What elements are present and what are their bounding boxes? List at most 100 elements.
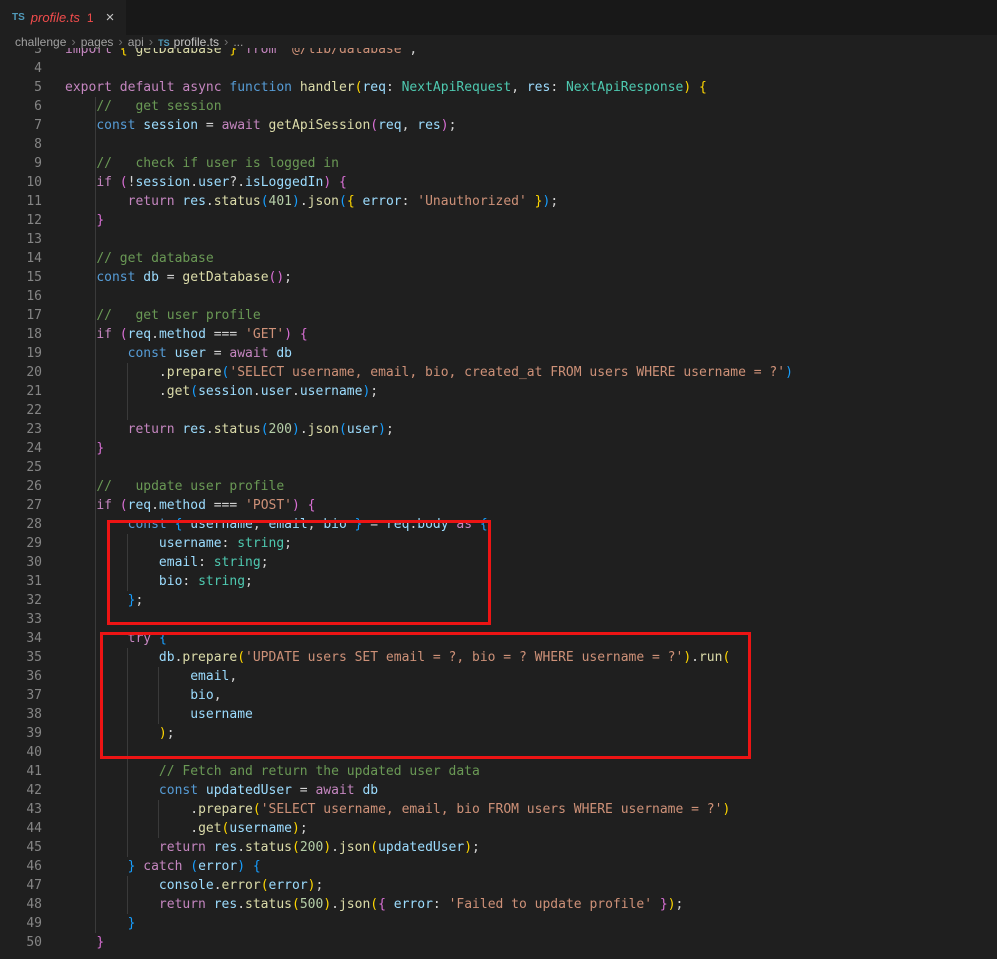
code-line: 7 const session = await getApiSession(re…	[0, 116, 997, 135]
line-number: 13	[0, 230, 42, 249]
code-line: 10 if (!session.user?.isLoggedIn) {	[0, 173, 997, 192]
code-line-content: // get user profile	[65, 306, 261, 325]
indent-guide	[158, 819, 159, 838]
code-line-content: } catch (error) {	[65, 857, 261, 876]
code-line: 35 db.prepare('UPDATE users SET email = …	[0, 648, 997, 667]
line-number: 32	[0, 591, 42, 610]
code-line: 36 email,	[0, 667, 997, 686]
code-line: 47 console.error(error);	[0, 876, 997, 895]
line-number: 31	[0, 572, 42, 591]
code-line: 14 // get database	[0, 249, 997, 268]
code-line-content: }	[65, 439, 104, 458]
line-number: 28	[0, 515, 42, 534]
tab-profile-ts[interactable]: TS profile.ts 1 ×	[0, 0, 126, 35]
code-editor[interactable]: 3import { getDatabase } from '@/lib/data…	[0, 40, 997, 952]
line-number: 34	[0, 629, 42, 648]
indent-guide	[127, 781, 128, 800]
line-number: 15	[0, 268, 42, 287]
line-number: 37	[0, 686, 42, 705]
line-number: 24	[0, 439, 42, 458]
code-line: 30 email: string;	[0, 553, 997, 572]
indent-guide	[95, 629, 96, 648]
indent-guide	[95, 819, 96, 838]
line-number: 12	[0, 211, 42, 230]
chevron-right-icon: ›	[149, 34, 153, 49]
indent-guide	[95, 458, 96, 477]
indent-guide	[127, 534, 128, 553]
code-line-content: // update user profile	[65, 477, 284, 496]
breadcrumb-item-challenge[interactable]: challenge	[15, 35, 66, 49]
line-number: 36	[0, 667, 42, 686]
indent-guide	[127, 686, 128, 705]
line-number: 4	[0, 59, 42, 78]
indent-guide	[95, 667, 96, 686]
code-line: 5export default async function handler(r…	[0, 78, 997, 97]
code-line: 44 .get(username);	[0, 819, 997, 838]
line-number: 35	[0, 648, 42, 667]
code-line-content: const user = await db	[65, 344, 292, 363]
line-number: 43	[0, 800, 42, 819]
indent-guide	[95, 268, 96, 287]
code-line: 13	[0, 230, 997, 249]
close-icon[interactable]: ×	[106, 10, 115, 25]
tab-filename: profile.ts	[31, 10, 80, 25]
code-line: 32 };	[0, 591, 997, 610]
indent-guide	[95, 211, 96, 230]
code-line: 18 if (req.method === 'GET') {	[0, 325, 997, 344]
line-number: 46	[0, 857, 42, 876]
code-line-content: console.error(error);	[65, 876, 323, 895]
code-line-content: if (!session.user?.isLoggedIn) {	[65, 173, 347, 192]
indent-guide	[95, 230, 96, 249]
line-number: 47	[0, 876, 42, 895]
code-line-content: return res.status(200).json(updatedUser)…	[65, 838, 480, 857]
tab-error-count-badge: 1	[87, 11, 94, 25]
code-line-content: username: string;	[65, 534, 292, 553]
code-line: 48 return res.status(500).json({ error: …	[0, 895, 997, 914]
indent-guide	[95, 287, 96, 306]
line-number: 48	[0, 895, 42, 914]
code-line: 39 );	[0, 724, 997, 743]
indent-guide	[127, 819, 128, 838]
line-number: 29	[0, 534, 42, 553]
code-line-content: try {	[65, 629, 167, 648]
indent-guide	[95, 363, 96, 382]
code-line: 11 return res.status(401).json({ error: …	[0, 192, 997, 211]
indent-guide	[158, 800, 159, 819]
code-line: 26 // update user profile	[0, 477, 997, 496]
code-line: 21 .get(session.user.username);	[0, 382, 997, 401]
breadcrumb-item-[interactable]: ...	[233, 35, 243, 49]
code-line: 43 .prepare('SELECT username, email, bio…	[0, 800, 997, 819]
chevron-right-icon: ›	[71, 34, 75, 49]
indent-guide	[127, 667, 128, 686]
tab-bar: TS profile.ts 1 ×	[0, 0, 997, 35]
indent-guide	[95, 249, 96, 268]
breadcrumb-item-api[interactable]: api	[128, 35, 144, 49]
code-line: 4	[0, 59, 997, 78]
line-number: 20	[0, 363, 42, 382]
code-line: 49 }	[0, 914, 997, 933]
code-line: 17 // get user profile	[0, 306, 997, 325]
code-line: 16	[0, 287, 997, 306]
line-number: 17	[0, 306, 42, 325]
code-line-content: return res.status(200).json(user);	[65, 420, 394, 439]
code-line-content: bio,	[65, 686, 222, 705]
code-line: 20 .prepare('SELECT username, email, bio…	[0, 363, 997, 382]
code-line: 23 return res.status(200).json(user);	[0, 420, 997, 439]
line-number: 16	[0, 287, 42, 306]
indent-guide	[95, 382, 96, 401]
indent-guide	[127, 838, 128, 857]
code-line: 46 } catch (error) {	[0, 857, 997, 876]
indent-guide	[95, 762, 96, 781]
line-number: 39	[0, 724, 42, 743]
code-line-content: }	[65, 933, 104, 952]
line-number: 44	[0, 819, 42, 838]
chevron-right-icon: ›	[224, 34, 228, 49]
code-line-content: .get(session.user.username);	[65, 382, 378, 401]
breadcrumb-item-profilets[interactable]: TSprofile.ts	[158, 35, 219, 49]
breadcrumb-item-pages[interactable]: pages	[81, 35, 114, 49]
indent-guide	[95, 325, 96, 344]
code-line: 31 bio: string;	[0, 572, 997, 591]
indent-guide	[127, 382, 128, 401]
indent-guide	[127, 363, 128, 382]
code-line-content: }	[65, 211, 104, 230]
